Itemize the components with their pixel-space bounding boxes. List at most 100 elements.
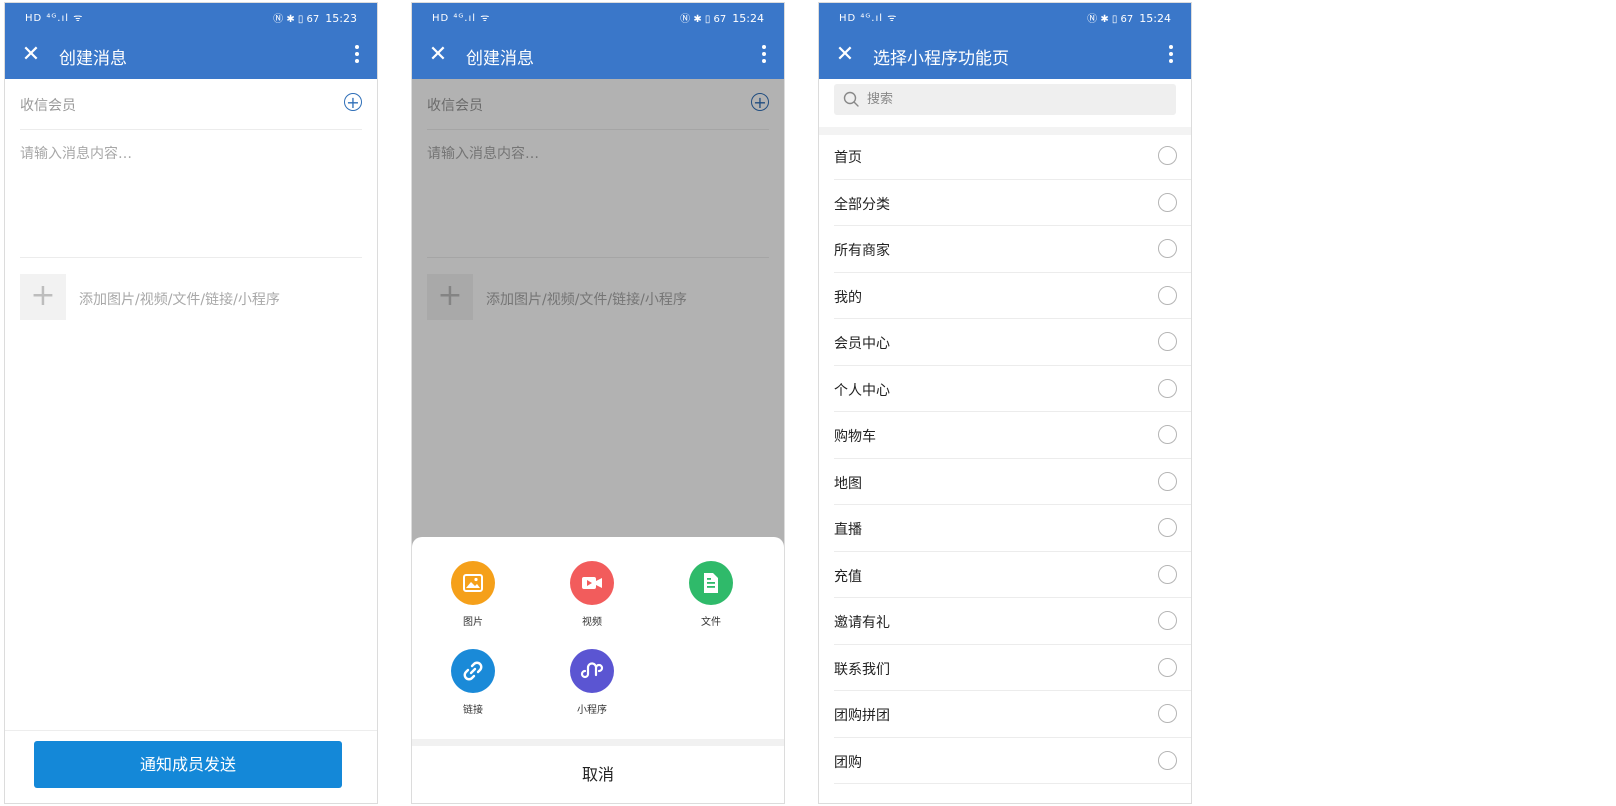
close-icon[interactable]: ✕ bbox=[15, 39, 47, 71]
mini-program-icon bbox=[570, 649, 614, 693]
sheet-item-video[interactable]: 视频 bbox=[552, 561, 632, 628]
clock: 15:23 bbox=[325, 12, 357, 25]
title-bar: ✕ 选择小程序功能页 bbox=[819, 31, 1191, 79]
page-name: 我的 bbox=[834, 289, 862, 306]
radio-button[interactable] bbox=[1158, 518, 1177, 537]
radio-button[interactable] bbox=[1158, 425, 1177, 444]
page-title: 创建消息 bbox=[59, 49, 127, 69]
page-title: 选择小程序功能页 bbox=[873, 49, 1009, 69]
clock: 15:24 bbox=[732, 12, 764, 25]
title-bar: ✕ 创建消息 bbox=[412, 31, 784, 79]
link-icon bbox=[451, 649, 495, 693]
radio-button[interactable] bbox=[1158, 704, 1177, 723]
radio-button[interactable] bbox=[1158, 378, 1177, 398]
signal-icons: HD ⁴ᴳ.ıl ᯤ bbox=[25, 13, 84, 24]
radio-button[interactable] bbox=[1158, 146, 1177, 165]
send-notification-button[interactable]: 通知成员发送 bbox=[34, 741, 342, 788]
system-icons: Ⓝ ✱ ▯ 67 bbox=[1087, 14, 1134, 25]
page-name: 所有商家 bbox=[834, 243, 890, 259]
list-item[interactable]: 所有商家 bbox=[834, 226, 1191, 273]
radio-button[interactable] bbox=[1158, 611, 1177, 630]
page-name: 地图 bbox=[834, 475, 862, 492]
file-icon bbox=[689, 561, 733, 605]
list-item[interactable]: 联系我们 bbox=[834, 645, 1191, 691]
signal-icons: HD ⁴ᴳ.ıl ᯤ bbox=[839, 13, 898, 24]
message-placeholder: 请输入消息内容… bbox=[20, 146, 132, 162]
search-box[interactable] bbox=[834, 84, 1176, 115]
close-icon[interactable]: ✕ bbox=[422, 39, 454, 71]
recipient-label: 收信会员 bbox=[20, 98, 76, 114]
page-name: 充值 bbox=[834, 568, 862, 585]
image-icon bbox=[451, 561, 495, 605]
add-attachment-button[interactable]: + bbox=[20, 274, 66, 320]
page-name: 团购拼团 bbox=[834, 708, 890, 724]
attachment-row[interactable]: + 添加图片/视频/文件/链接/小程序 bbox=[20, 274, 360, 322]
cancel-button[interactable]: 取消 bbox=[412, 746, 784, 803]
search-section bbox=[819, 79, 1191, 135]
list-item[interactable]: 邀请有礼 bbox=[834, 598, 1191, 645]
page-name: 个人中心 bbox=[834, 382, 890, 399]
radio-button[interactable] bbox=[1158, 332, 1177, 351]
compose-screen: HD ⁴ᴳ.ıl ᯤ Ⓝ ✱ ▯ 67 15:23 ✕ 创建消息 收信会员 + 请… bbox=[4, 2, 378, 804]
page-list: 首页全部分类所有商家我的会员中心个人中心购物车地图直播充值邀请有礼联系我们团购拼… bbox=[819, 133, 1191, 784]
page-name: 会员中心 bbox=[834, 336, 890, 352]
system-icons: Ⓝ ✱ ▯ 67 bbox=[273, 14, 320, 25]
more-menu-icon[interactable] bbox=[1165, 43, 1177, 67]
status-right: Ⓝ ✱ ▯ 67 15:24 bbox=[1087, 10, 1171, 25]
search-input[interactable] bbox=[867, 89, 1137, 109]
sheet-item-mini-program[interactable]: 小程序 bbox=[552, 649, 632, 716]
sheet-item-label: 图片 bbox=[463, 617, 483, 628]
list-item[interactable]: 团购拼团 bbox=[834, 691, 1191, 738]
clock: 15:24 bbox=[1139, 12, 1171, 25]
sheet-item-label: 文件 bbox=[701, 617, 721, 628]
page-name: 全部分类 bbox=[834, 196, 890, 213]
status-bar: HD ⁴ᴳ.ıl ᯤ Ⓝ ✱ ▯ 67 15:23 bbox=[5, 3, 377, 31]
sheet-item-file[interactable]: 文件 bbox=[671, 561, 751, 628]
list-item[interactable]: 充值 bbox=[834, 552, 1191, 598]
bottom-bar: 通知成员发送 bbox=[5, 730, 377, 803]
radio-button[interactable] bbox=[1158, 750, 1177, 770]
status-bar: HD ⁴ᴳ.ıl ᯤ Ⓝ ✱ ▯ 67 15:24 bbox=[412, 3, 784, 31]
page-picker-screen: HD ⁴ᴳ.ıl ᯤ Ⓝ ✱ ▯ 67 15:24 ✕ 选择小程序功能页 首页全部… bbox=[818, 2, 1192, 804]
status-right: Ⓝ ✱ ▯ 67 15:23 bbox=[273, 10, 357, 25]
list-item[interactable]: 直播 bbox=[834, 505, 1191, 552]
list-item[interactable]: 全部分类 bbox=[834, 180, 1191, 226]
list-item[interactable]: 个人中心 bbox=[834, 366, 1191, 412]
more-menu-icon[interactable] bbox=[351, 43, 363, 67]
search-icon bbox=[843, 91, 859, 111]
radio-button[interactable] bbox=[1158, 285, 1177, 305]
radio-button[interactable] bbox=[1158, 239, 1177, 258]
attachment-hint: 添加图片/视频/文件/链接/小程序 bbox=[79, 292, 280, 308]
video-icon bbox=[570, 561, 614, 605]
status-bar: HD ⁴ᴳ.ıl ᯤ Ⓝ ✱ ▯ 67 15:24 bbox=[819, 3, 1191, 31]
list-item[interactable]: 地图 bbox=[834, 459, 1191, 505]
attachment-sheet: 图片 视频 文件 链接 小程序 取消 bbox=[412, 537, 784, 803]
title-bar: ✕ 创建消息 bbox=[5, 31, 377, 79]
page-name: 联系我们 bbox=[834, 661, 890, 678]
status-right: Ⓝ ✱ ▯ 67 15:24 bbox=[680, 10, 764, 25]
radio-button[interactable] bbox=[1158, 192, 1177, 212]
page-name: 首页 bbox=[834, 150, 862, 166]
page-name: 直播 bbox=[834, 522, 862, 538]
list-item[interactable]: 会员中心 bbox=[834, 319, 1191, 366]
compose-sheet-screen: HD ⁴ᴳ.ıl ᯤ Ⓝ ✱ ▯ 67 15:24 ✕ 创建消息 收信会员 + 请… bbox=[411, 2, 785, 804]
page-name: 邀请有礼 bbox=[834, 615, 890, 631]
list-item[interactable]: 团购 bbox=[834, 738, 1191, 784]
list-item[interactable]: 购物车 bbox=[834, 412, 1191, 459]
radio-button[interactable] bbox=[1158, 657, 1177, 677]
radio-button[interactable] bbox=[1158, 471, 1177, 491]
close-icon[interactable]: ✕ bbox=[829, 39, 861, 71]
page-title: 创建消息 bbox=[466, 49, 534, 69]
radio-button[interactable] bbox=[1158, 564, 1177, 584]
add-recipient-icon[interactable]: + bbox=[344, 93, 362, 111]
recipient-row[interactable]: 收信会员 + bbox=[20, 79, 362, 130]
sheet-item-link[interactable]: 链接 bbox=[433, 649, 513, 716]
message-input[interactable]: 请输入消息内容… bbox=[20, 129, 362, 258]
sheet-item-label: 视频 bbox=[582, 617, 602, 628]
sheet-item-image[interactable]: 图片 bbox=[433, 561, 513, 628]
list-item[interactable]: 首页 bbox=[834, 133, 1191, 180]
sheet-divider bbox=[412, 739, 784, 746]
list-item[interactable]: 我的 bbox=[834, 273, 1191, 319]
sheet-item-label: 链接 bbox=[463, 705, 483, 716]
more-menu-icon[interactable] bbox=[758, 43, 770, 67]
